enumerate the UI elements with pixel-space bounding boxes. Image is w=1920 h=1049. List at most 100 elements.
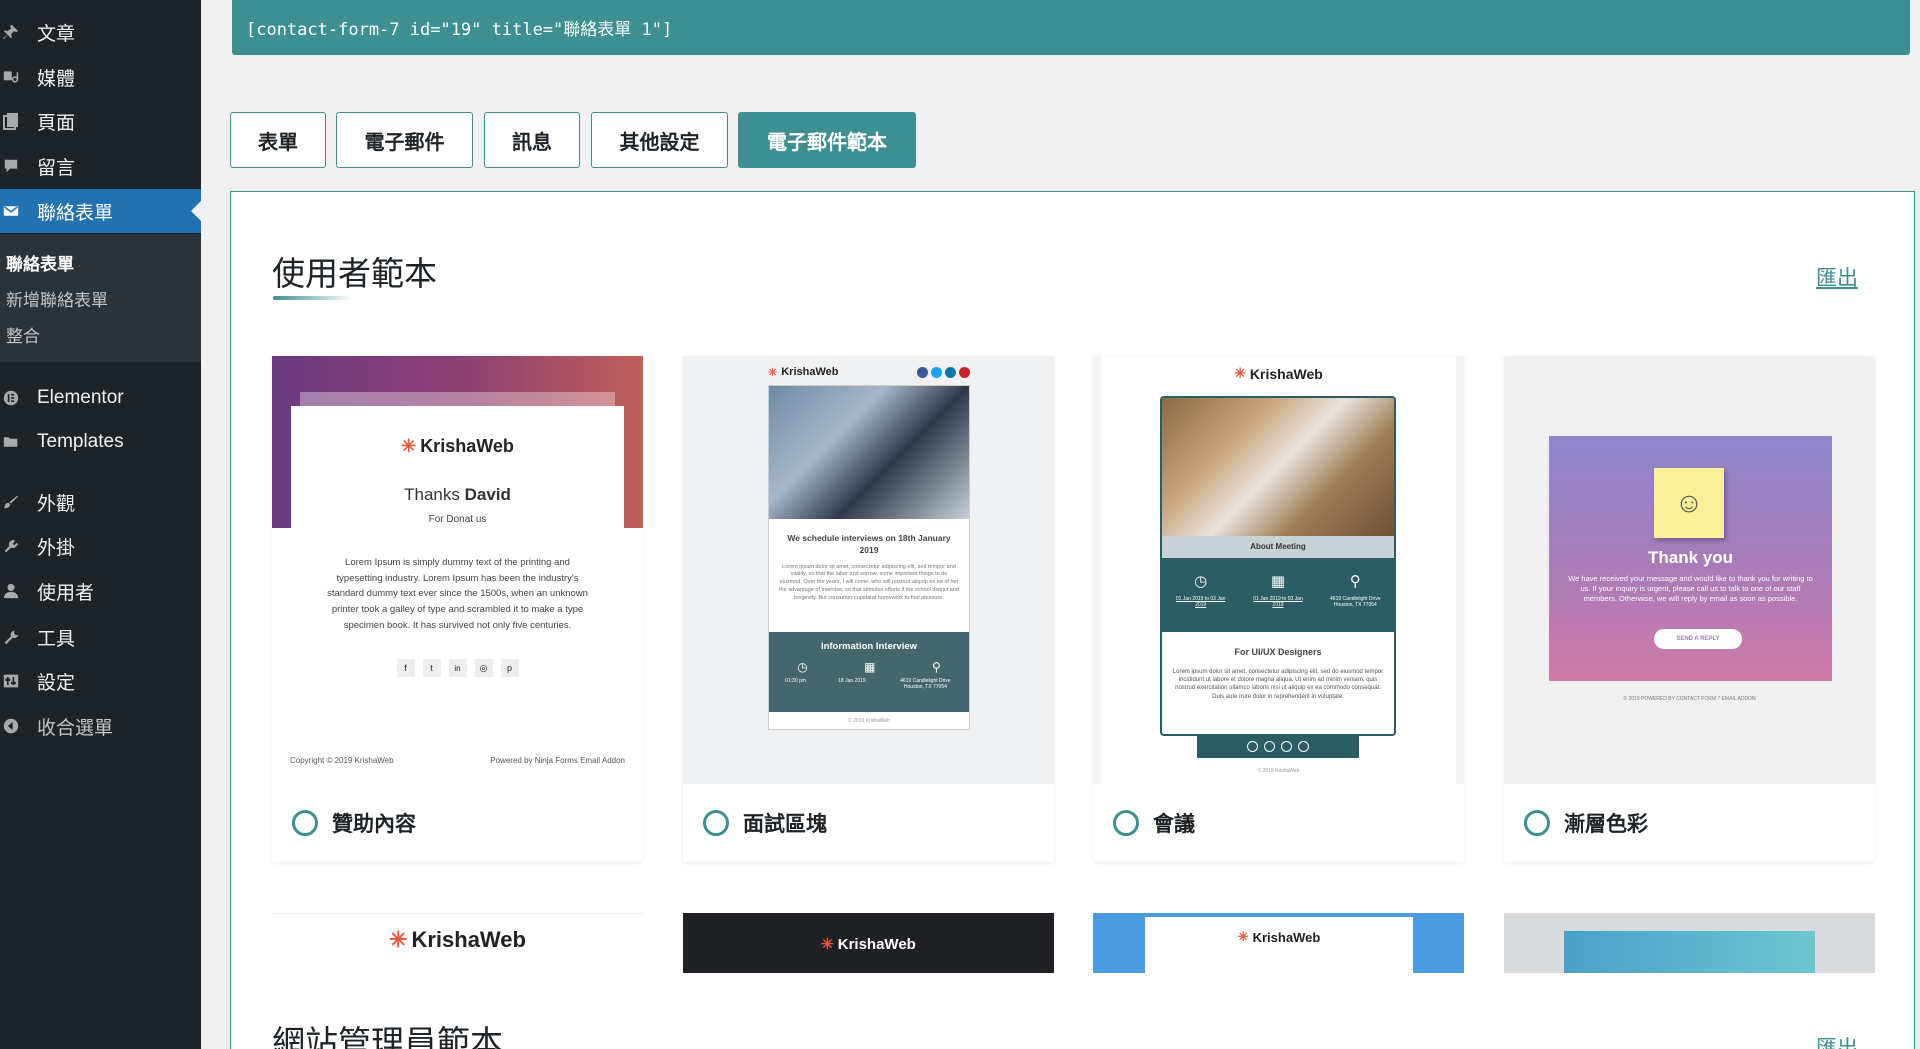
sidebar-item-label: Elementor bbox=[37, 387, 124, 408]
pinterest-icon bbox=[1298, 740, 1309, 752]
social-icons: f t in ◎ p bbox=[291, 659, 624, 678]
template-footer: © 2019 POWERED BY CONTACT FORM 7 EMAIL A… bbox=[1623, 696, 1756, 702]
template-preview: ✳ KrishaWeb We schedule interviews on 18t… bbox=[683, 356, 1054, 784]
sidebar-item-users[interactable]: 使用者 bbox=[0, 569, 201, 613]
tab-email-templates[interactable]: 電子郵件範本 bbox=[738, 112, 916, 168]
instagram-icon: ◎ bbox=[474, 659, 493, 678]
comment-icon bbox=[3, 157, 19, 175]
template-select-row[interactable]: 贊助內容 bbox=[272, 784, 643, 862]
template-radio[interactable] bbox=[1113, 810, 1139, 836]
shortcode-bar[interactable]: [contact-form-7 id="19" title="聯絡表單 1"] bbox=[232, 0, 1910, 55]
sidebar-item-label: 使用者 bbox=[37, 582, 95, 604]
template-card-row2-2[interactable]: ✳ KrishaWeb bbox=[683, 913, 1054, 973]
export-link-admin-templates[interactable]: 匯出 bbox=[1816, 1032, 1858, 1049]
social-icons bbox=[917, 366, 970, 378]
template-label: 面試區塊 bbox=[743, 813, 827, 836]
template-radio[interactable] bbox=[703, 810, 729, 836]
sidebar-item-templates[interactable]: Templates bbox=[0, 420, 201, 464]
template-preview bbox=[1564, 931, 1815, 973]
collapse-menu-button[interactable]: 收合選單 bbox=[0, 704, 201, 748]
tab-additional-settings[interactable]: 其他設定 bbox=[591, 112, 728, 168]
template-card-gradient[interactable]: ☺ Thank you We have received your messag… bbox=[1504, 356, 1875, 862]
submenu-contact-forms[interactable]: 聯絡表單 bbox=[6, 250, 74, 275]
template-card-interview[interactable]: ✳ KrishaWeb We schedule interviews on 18t… bbox=[683, 356, 1054, 862]
thanks-name: David bbox=[464, 485, 511, 504]
thanks-heading: Thanks bbox=[404, 485, 465, 504]
template-preview: ✳ KrishaWeb About Meeting ◷ 01 Jan 2019 to… bbox=[1093, 356, 1464, 784]
submenu-add-contact-form[interactable]: 新增聯絡表單 bbox=[6, 286, 108, 311]
sidebar-item-tools[interactable]: 工具 bbox=[0, 615, 201, 659]
sidebar-item-label: 工具 bbox=[37, 628, 76, 650]
template-card-row2-4[interactable] bbox=[1504, 913, 1875, 973]
pinterest-icon: p bbox=[500, 659, 519, 678]
contact-submenu: 聯絡表單 新增聯絡表單 整合 bbox=[0, 234, 201, 362]
admin-sidebar: 文章 媒體 頁面 留言 聯絡表單 聯絡表單 新增聯絡表單 整合 Elemento… bbox=[0, 0, 201, 1049]
sidebar-item-comments[interactable]: 留言 bbox=[0, 144, 201, 188]
sidebar-item-media[interactable]: 媒體 bbox=[0, 55, 201, 99]
clock-icon: ◷ bbox=[797, 660, 808, 674]
section-title-user-templates: 使用者範本 bbox=[272, 255, 437, 292]
template-card-sponsor[interactable]: ✳ KrishaWeb Thanks David For Donat us Lor… bbox=[272, 356, 643, 862]
tab-messages[interactable]: 訊息 bbox=[484, 112, 580, 168]
template-body-text: Lorem ipsum dolor sit amet, consectetur … bbox=[1172, 668, 1384, 700]
template-select-row[interactable]: 會議 bbox=[1093, 784, 1464, 862]
pinterest-icon bbox=[959, 366, 970, 378]
interview-photo bbox=[769, 386, 969, 519]
template-select-row[interactable]: 漸層色彩 bbox=[1504, 784, 1875, 862]
sidebar-item-label: 外掛 bbox=[37, 537, 76, 559]
location-icon: ⚲ bbox=[1349, 573, 1361, 590]
calendar-icon: ▦ bbox=[864, 660, 876, 674]
sticky-note-smiley-icon: ☺ bbox=[1654, 468, 1724, 538]
tab-email[interactable]: 電子郵件 bbox=[336, 112, 473, 168]
sidebar-item-elementor[interactable]: Elementor bbox=[0, 376, 201, 420]
media-icon bbox=[3, 68, 19, 86]
krishaweb-logo: ✳ KrishaWeb bbox=[1237, 929, 1321, 945]
pin-icon bbox=[3, 23, 19, 41]
sidebar-item-label: 設定 bbox=[37, 672, 76, 694]
template-radio[interactable] bbox=[292, 810, 318, 836]
krishaweb-logo: ✳ KrishaWeb bbox=[821, 935, 916, 954]
template-card-row2-1[interactable]: ✳ KrishaWeb bbox=[272, 913, 643, 973]
facebook-icon bbox=[1247, 740, 1258, 752]
template-footer-copyright: © 2019 KrishaWeb bbox=[848, 718, 890, 724]
template-footer-copyright: © 2019 KrishaWeb bbox=[1257, 768, 1300, 774]
sidebar-item-appearance[interactable]: 外觀 bbox=[0, 480, 201, 524]
twitter-icon: t bbox=[422, 659, 441, 678]
sidebar-item-label: 頁面 bbox=[37, 112, 76, 134]
plugin-icon bbox=[3, 537, 19, 555]
meeting-photo bbox=[1162, 398, 1394, 536]
sidebar-item-label: 外觀 bbox=[37, 493, 76, 515]
krishaweb-logo: ✳ KrishaWeb bbox=[1234, 365, 1323, 382]
templates-panel: 使用者範本 匯出 ✳ KrishaWeb Thanks David For Don… bbox=[230, 191, 1915, 1049]
collapse-icon bbox=[3, 717, 19, 735]
thanks-subheading: For Donat us bbox=[428, 514, 487, 525]
sidebar-item-label: 聯絡表單 bbox=[37, 202, 114, 224]
settings-icon bbox=[3, 672, 19, 690]
template-card-row2-3[interactable]: ✳ KrishaWeb bbox=[1093, 913, 1464, 973]
meeting-photo-caption: About Meeting bbox=[1162, 536, 1394, 558]
linkedin-icon bbox=[945, 366, 956, 378]
sidebar-item-settings[interactable]: 設定 bbox=[0, 659, 201, 703]
folder-icon bbox=[3, 433, 19, 451]
sidebar-item-label: 留言 bbox=[37, 157, 76, 179]
facebook-icon: f bbox=[396, 659, 415, 678]
interview-date: 18 Jan 2019 bbox=[838, 678, 866, 684]
template-card-meeting[interactable]: ✳ KrishaWeb About Meeting ◷ 01 Jan 2019 to… bbox=[1093, 356, 1464, 862]
shortcode-text[interactable]: [contact-form-7 id="19" title="聯絡表單 1"] bbox=[246, 15, 672, 40]
sidebar-item-contact[interactable]: 聯絡表單 bbox=[0, 189, 201, 233]
tab-form[interactable]: 表單 bbox=[230, 112, 326, 168]
meeting-address: 4619 Candlelight Drive Houston, TX 77054 bbox=[1330, 596, 1381, 608]
sidebar-item-plugins[interactable]: 外掛 bbox=[0, 524, 201, 568]
facebook-icon bbox=[917, 366, 928, 378]
sidebar-item-label: 文章 bbox=[37, 23, 76, 45]
template-radio[interactable] bbox=[1524, 810, 1550, 836]
template-select-row[interactable]: 面試區塊 bbox=[683, 784, 1054, 862]
sidebar-item-posts[interactable]: 文章 bbox=[0, 10, 201, 54]
sidebar-item-pages[interactable]: 頁面 bbox=[0, 99, 201, 143]
krishaweb-logo: ✳ KrishaWeb bbox=[389, 927, 526, 952]
submenu-integration[interactable]: 整合 bbox=[6, 322, 40, 347]
meeting-heading: For UI/UX Designers bbox=[1234, 647, 1322, 657]
interview-time: 01:30 pm bbox=[785, 678, 806, 684]
export-link-user-templates[interactable]: 匯出 bbox=[1816, 262, 1858, 292]
send-reply-button: SEND A REPLY bbox=[1654, 629, 1742, 649]
